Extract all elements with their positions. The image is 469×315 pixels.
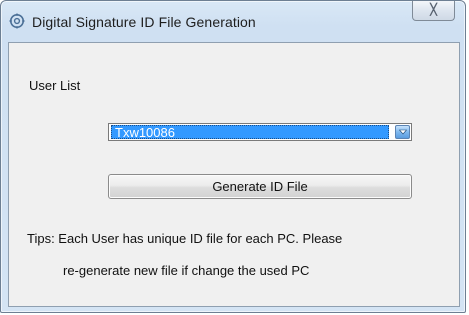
title-bar[interactable]: Digital Signature ID File Generation ╳ — [1, 1, 465, 41]
dropdown-arrow-button[interactable] — [395, 125, 410, 139]
close-icon: ╳ — [430, 4, 437, 16]
chevron-down-icon — [398, 129, 407, 135]
tips-text-line-1: Tips: Each User has unique ID file for e… — [27, 231, 343, 246]
form-panel — [32, 58, 423, 286]
window-title: Digital Signature ID File Generation — [32, 14, 256, 30]
tips-text-line-2: re-generate new file if change the used … — [63, 263, 310, 278]
dialog-window: Digital Signature ID File Generation ╳ U… — [0, 0, 466, 313]
gear-settings-icon — [9, 13, 25, 29]
user-list-label: User List — [29, 78, 81, 93]
user-list-selected-value[interactable]: Txw10086 — [111, 125, 389, 139]
user-list-dropdown[interactable]: Txw10086 — [108, 123, 412, 141]
generate-id-file-button[interactable]: Generate ID File — [108, 174, 412, 199]
dialog-client-area: User List Txw10086 Generate ID File Tips… — [8, 42, 460, 307]
close-button[interactable]: ╳ — [412, 1, 455, 21]
